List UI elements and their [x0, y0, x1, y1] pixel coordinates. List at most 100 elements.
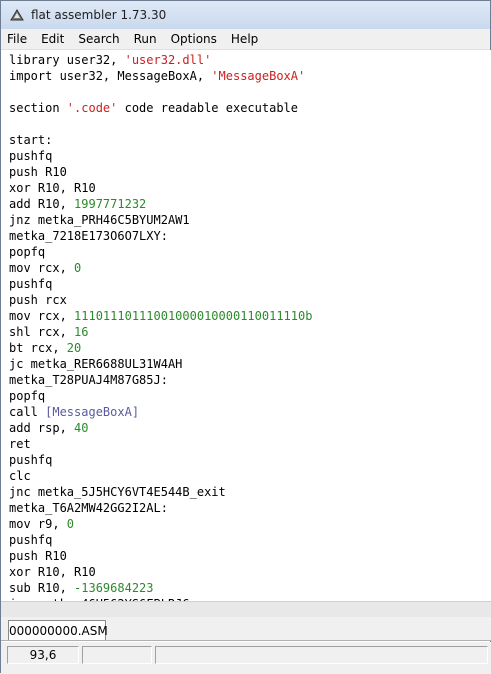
code-line: push rcx: [9, 292, 312, 308]
code-token-num: 1997771232: [74, 197, 147, 211]
menu-options[interactable]: Options: [164, 29, 224, 49]
code-line: pushfq: [9, 532, 312, 548]
code-token: clc: [9, 469, 31, 483]
title-bar[interactable]: flat assembler 1.73.30: [1, 1, 490, 29]
code-token-num: 0: [74, 261, 82, 275]
code-line: xor R10, R10: [9, 180, 312, 196]
code-token: metka_T28PUAJ4M87G85J:: [9, 373, 168, 387]
code-line: bt rcx, 20: [9, 340, 312, 356]
code-token-num: -1369684223: [74, 581, 154, 595]
code-line: xor R10, R10: [9, 564, 312, 580]
code-line: mov rcx, 1110111011100100001000011001111…: [9, 308, 312, 324]
code-line: mov rcx, 0: [9, 260, 312, 276]
code-token: section: [9, 101, 67, 115]
code-token-num: 16: [74, 325, 89, 339]
status-cell-2: [82, 646, 152, 664]
code-token: import user32, MessageBoxA,: [9, 69, 212, 83]
code-token: add rsp,: [9, 421, 75, 435]
code-line: shl rcx, 16: [9, 324, 312, 340]
code-line: library user32, 'user32.dll': [9, 52, 312, 68]
code-token: xor R10, R10: [9, 181, 96, 195]
code-token: push R10: [9, 165, 67, 179]
code-token: push rcx: [9, 293, 67, 307]
code-token: metka_7218E173O6O7LXY:: [9, 229, 168, 243]
code-token: call: [9, 405, 46, 419]
source-code[interactable]: library user32, 'user32.dll' import user3…: [9, 52, 312, 601]
fasm-app-icon[interactable]: [9, 7, 25, 23]
menu-file[interactable]: File: [1, 29, 34, 49]
window-title: flat assembler 1.73.30: [31, 8, 167, 22]
code-token-str: 'user32.dll': [124, 53, 212, 67]
code-token: jnc metka_5J5HCY6VT4E544B_exit: [9, 485, 226, 499]
status-cell-3: [155, 646, 488, 664]
menu-search[interactable]: Search: [71, 29, 126, 49]
code-line: jnc metka_5J5HCY6VT4E544B_exit: [9, 484, 312, 500]
code-line: import user32, MessageBoxA, 'MessageBoxA…: [9, 68, 312, 84]
tab-divider: [1, 640, 491, 641]
code-line: sub R10, -1369684223: [9, 580, 312, 596]
code-token-num: 20: [66, 341, 82, 355]
fasm-window: flat assembler 1.73.30 File Edit Search …: [0, 0, 491, 674]
code-line: metka_T28PUAJ4M87G85J:: [9, 372, 312, 388]
code-token: metka_T6A2MW42GG2I2AL:: [9, 501, 168, 515]
code-line: ret: [9, 436, 312, 452]
code-line: add R10, 1997771232: [9, 196, 312, 212]
menu-edit[interactable]: Edit: [34, 29, 71, 49]
status-bar: 93,6: [1, 642, 491, 674]
code-line: pushfq: [9, 452, 312, 468]
code-token: shl rcx,: [9, 325, 75, 339]
code-token: start:: [9, 133, 53, 147]
code-line: metka_7218E173O6O7LXY:: [9, 228, 312, 244]
code-editor[interactable]: library user32, 'user32.dll' import user3…: [1, 50, 491, 601]
code-line: pushfq: [9, 276, 312, 292]
cursor-position: 93,6: [7, 646, 79, 664]
code-line: popfq: [9, 244, 312, 260]
code-line: metka_T6A2MW42GG2I2AL:: [9, 500, 312, 516]
code-token: mov rcx,: [9, 309, 75, 323]
code-token: sub R10,: [9, 581, 75, 595]
code-token: mov rcx,: [9, 261, 75, 275]
code-line: call [MessageBoxA]: [9, 404, 312, 420]
horizontal-scrollbar[interactable]: [1, 601, 491, 618]
code-token: xor R10, R10: [9, 565, 96, 579]
code-token: jnz metka_PRH46C5BYUM2AW1: [9, 213, 190, 227]
code-line: jnz metka_PRH46C5BYUM2AW1: [9, 212, 312, 228]
code-token: pushfq: [9, 533, 53, 547]
code-token: pushfq: [9, 453, 53, 467]
code-token-bracket: [MessageBoxA]: [45, 405, 140, 419]
code-line: popfq: [9, 388, 312, 404]
code-line: pushfq: [9, 148, 312, 164]
menu-run[interactable]: Run: [127, 29, 164, 49]
code-token: pushfq: [9, 149, 53, 163]
code-token: add R10,: [9, 197, 75, 211]
code-token-num: 40: [74, 421, 89, 435]
code-token: bt rcx,: [9, 341, 67, 355]
code-token: push R10: [9, 549, 67, 563]
file-tab-bar: 000000000.ASM: [1, 617, 491, 641]
menu-bar: File Edit Search Run Options Help: [1, 29, 490, 50]
code-line: jc metka_RER6688UL31W4AH: [9, 356, 312, 372]
code-token: popfq: [9, 245, 46, 259]
code-line: push R10: [9, 164, 312, 180]
code-line: start:: [9, 132, 312, 148]
code-token-str: 'MessageBoxA': [211, 69, 306, 83]
code-token-num: 0: [66, 517, 75, 531]
code-token: popfq: [9, 389, 46, 403]
code-line: mov r9, 0: [9, 516, 312, 532]
code-token: ret: [9, 437, 31, 451]
code-token: library user32,: [9, 53, 125, 67]
code-token: jc metka_RER6688UL31W4AH: [9, 357, 183, 371]
code-token: code readable executable: [117, 101, 298, 115]
code-token: pushfq: [9, 277, 53, 291]
menu-help[interactable]: Help: [224, 29, 265, 49]
code-token-str: '.code': [66, 101, 118, 115]
code-token-num: 11101110111001000010000110011110b: [74, 309, 313, 323]
code-line: push R10: [9, 548, 312, 564]
code-token: mov r9,: [9, 517, 67, 531]
file-tab[interactable]: 000000000.ASM: [8, 620, 108, 640]
code-line: section '.code' code readable executable: [9, 100, 312, 116]
code-line: add rsp, 40: [9, 420, 312, 436]
code-line: clc: [9, 468, 312, 484]
